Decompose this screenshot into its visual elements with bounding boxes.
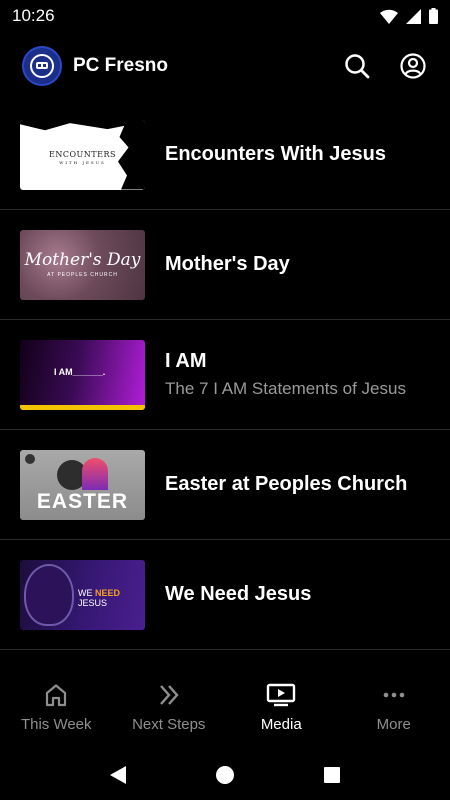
- app-header: PC Fresno: [0, 38, 450, 94]
- series-thumbnail: EASTER: [20, 449, 145, 520]
- church-logo[interactable]: [22, 46, 62, 86]
- system-navigation: [0, 750, 450, 800]
- list-item[interactable]: Mother's Day AT PEOPLES CHURCH Mother's …: [0, 210, 450, 320]
- header-actions: [342, 51, 428, 81]
- church-logo-icon: [30, 54, 54, 78]
- recents-icon[interactable]: [321, 764, 343, 786]
- media-list: ENCOUNTERS WITH JESUS Encounters With Je…: [0, 100, 450, 650]
- status-time: 10:26: [12, 6, 55, 25]
- series-thumbnail: I AM______.: [20, 339, 145, 410]
- account-circle-icon: [400, 53, 426, 79]
- series-thumbnail: ENCOUNTERS WITH JESUS: [20, 119, 145, 190]
- status-icons: [380, 8, 438, 24]
- home-circle-icon[interactable]: [214, 764, 236, 786]
- nav-media[interactable]: Media: [225, 672, 338, 750]
- bottom-navigation: This Week Next Steps Media More: [0, 672, 450, 750]
- nav-next-steps[interactable]: Next Steps: [113, 672, 226, 750]
- item-title: I AM: [165, 350, 207, 372]
- list-item[interactable]: EASTER Easter at Peoples Church: [0, 430, 450, 540]
- series-thumbnail: WE NEED JESUS: [20, 559, 145, 630]
- status-bar: 10:26: [0, 0, 450, 32]
- more-horizontal-icon: [383, 692, 405, 698]
- thumbnail-text: I AM______.: [54, 366, 106, 377]
- nav-label: More: [376, 716, 411, 733]
- account-button[interactable]: [398, 51, 428, 81]
- search-button[interactable]: [342, 51, 372, 81]
- search-icon: [345, 54, 370, 79]
- nav-label: Next Steps: [132, 716, 206, 733]
- battery-icon: [429, 8, 438, 24]
- thumbnail-text: WE NEED JESUS: [78, 587, 121, 608]
- list-item[interactable]: I AM______. I AM The 7 I AM Statements o…: [0, 320, 450, 430]
- list-item[interactable]: WE NEED JESUS We Need Jesus: [0, 540, 450, 650]
- thumbnail-subtext: AT PEOPLES CHURCH: [47, 271, 118, 278]
- double-chevron-right-icon: [159, 685, 179, 705]
- signal-icon: [406, 8, 421, 24]
- nav-this-week[interactable]: This Week: [0, 672, 113, 750]
- nav-more[interactable]: More: [338, 672, 450, 750]
- list-item[interactable]: ENCOUNTERS WITH JESUS Encounters With Je…: [0, 100, 450, 210]
- home-icon: [46, 684, 67, 707]
- series-thumbnail: Mother's Day AT PEOPLES CHURCH: [20, 229, 145, 300]
- thumbnail-text: ENCOUNTERS WITH JESUS: [49, 149, 116, 165]
- wifi-icon: [380, 9, 398, 24]
- item-title: Encounters With Jesus: [165, 143, 386, 165]
- thumbnail-text: EASTER: [36, 489, 129, 513]
- item-title: Easter at Peoples Church: [165, 473, 408, 495]
- nav-label: Media: [260, 716, 302, 733]
- thumbnail-text: Mother's Day: [24, 249, 141, 270]
- tv-play-icon: [267, 683, 296, 707]
- item-title: We Need Jesus: [165, 583, 312, 605]
- item-subtitle: The 7 I AM Statements of Jesus: [165, 379, 406, 398]
- item-title: Mother's Day: [165, 253, 290, 275]
- back-icon[interactable]: [107, 764, 129, 786]
- app-title: PC Fresno: [73, 55, 169, 76]
- nav-label: This Week: [20, 716, 92, 733]
